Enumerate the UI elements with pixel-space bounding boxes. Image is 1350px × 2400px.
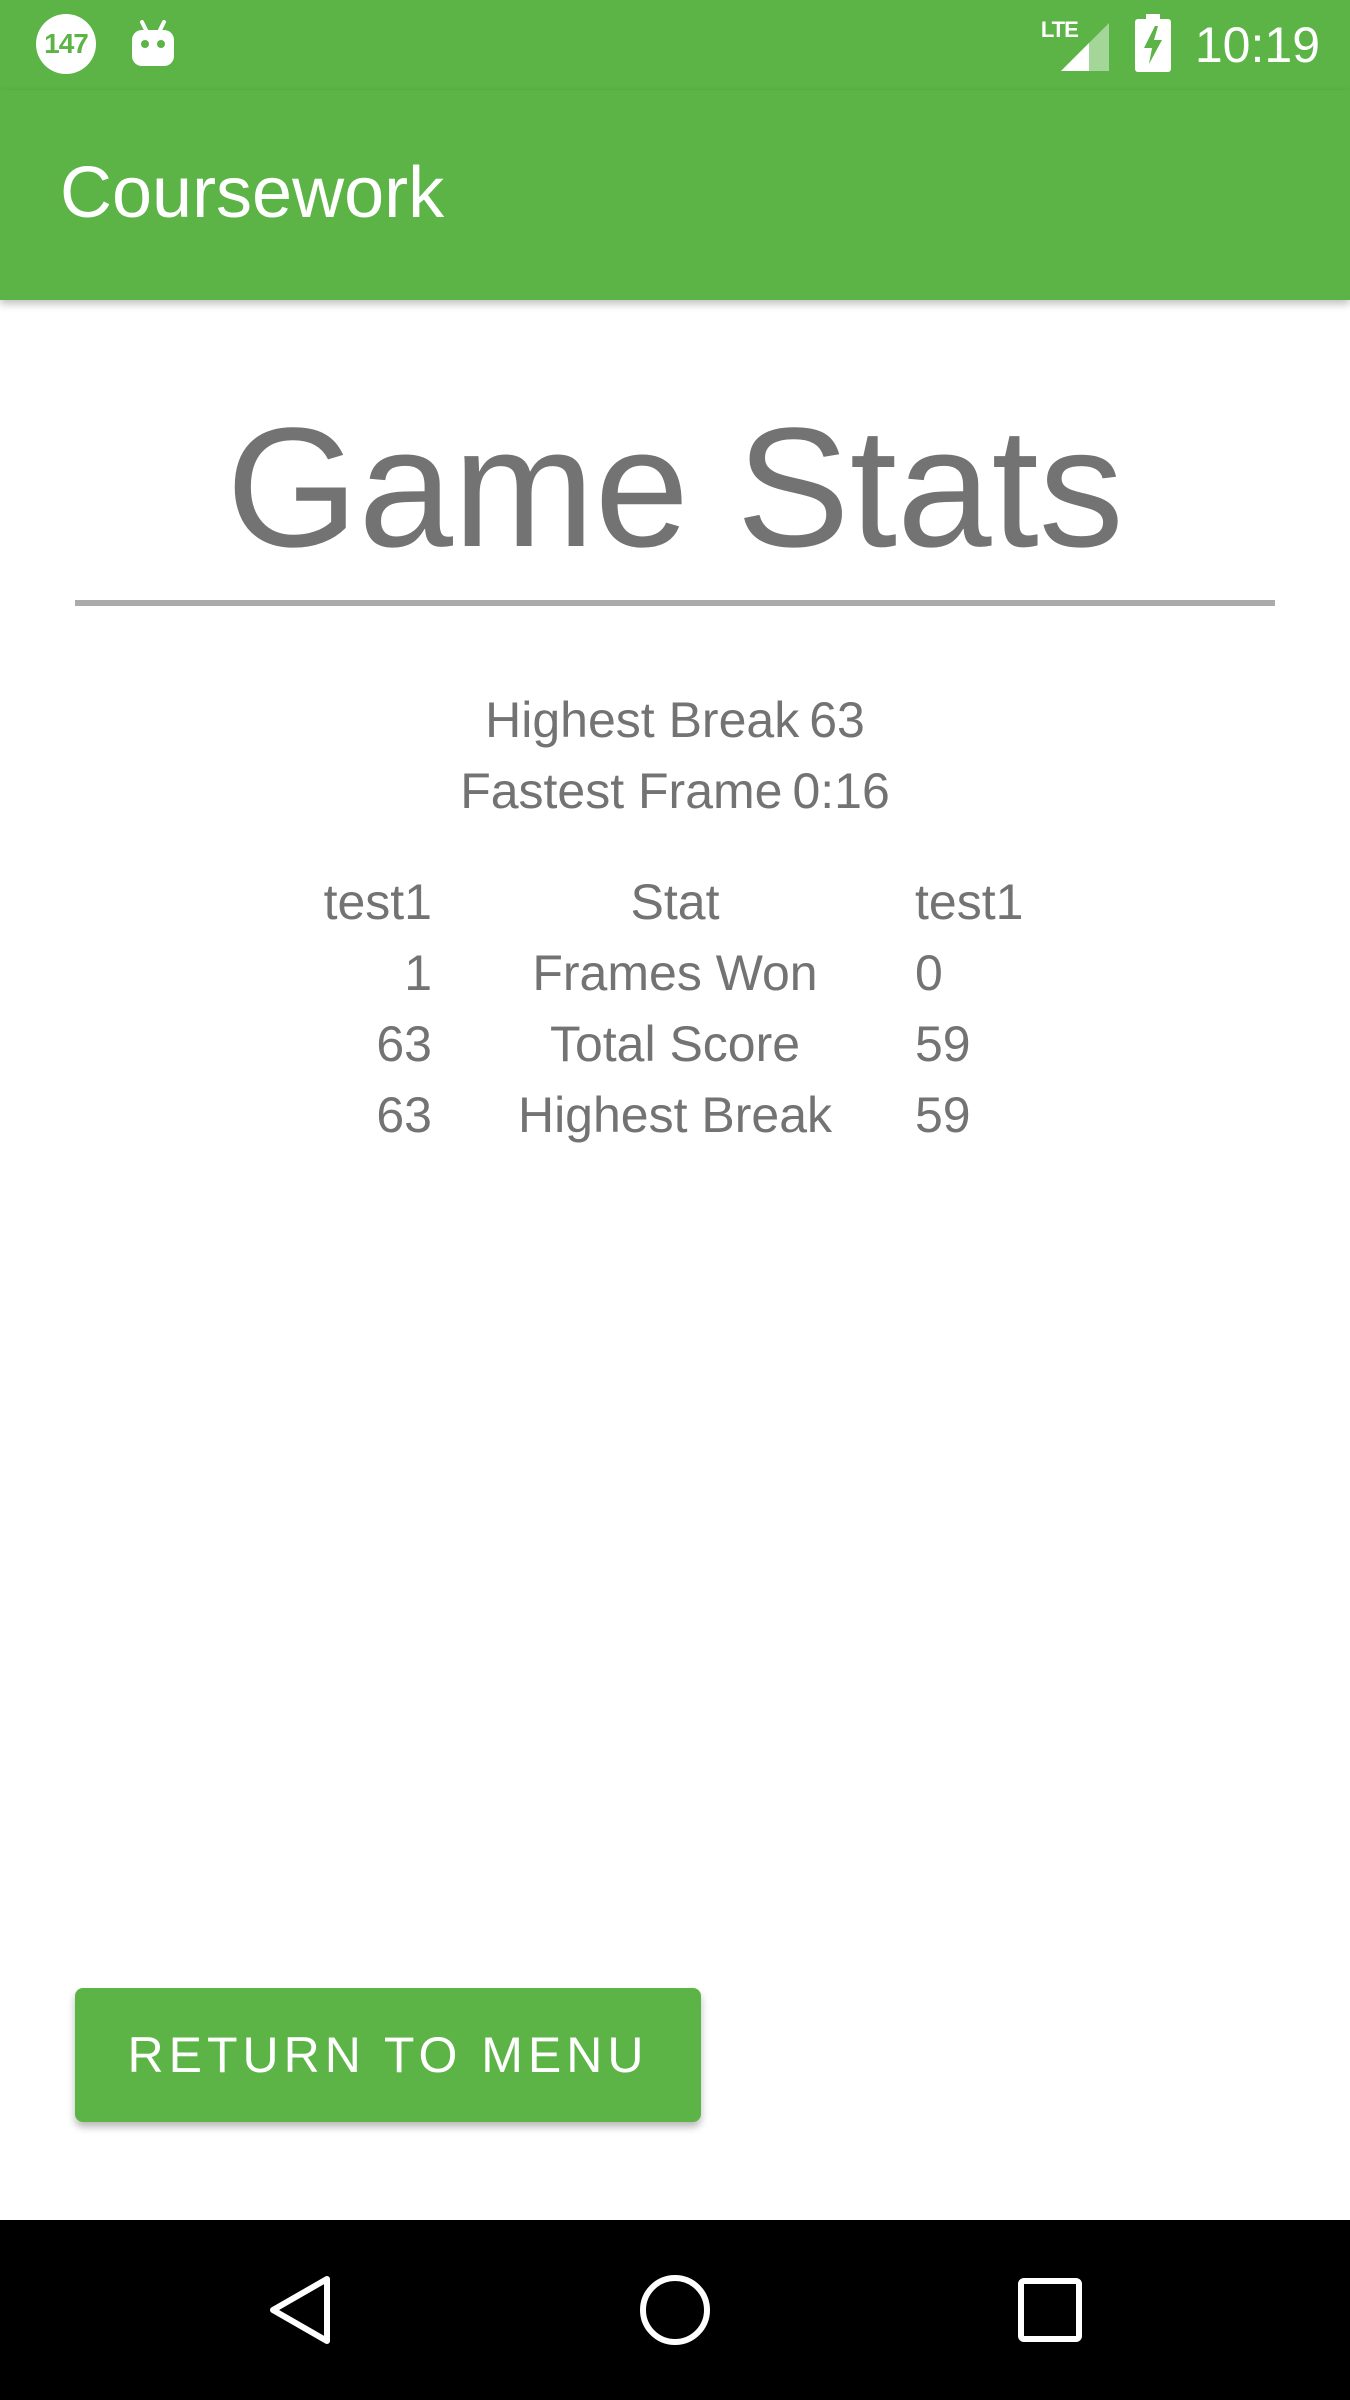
title-divider [75,600,1275,606]
status-bar: 147 LTE 10:19 [0,0,1350,90]
summary-fastest-frame: Fastest Frame 0:16 [0,766,1350,816]
return-to-menu-button[interactable]: RETURN TO MENU [75,1988,701,2122]
page-title: Game Stats [226,393,1124,583]
table-header-row: test1 Stat test1 [0,873,1350,944]
back-icon[interactable] [250,2260,350,2360]
navigation-bar [0,2220,1350,2400]
summary-label: Highest Break [485,692,800,748]
status-right: LTE 10:19 [1041,13,1320,77]
right-value: 0 [915,945,943,1001]
android-debug-icon [130,20,176,68]
stat-label: Frames Won [532,945,818,1001]
summary-value: 63 [809,692,865,748]
left-value: 63 [376,1016,432,1072]
game-stats-screen: 147 LTE 10:19 Coursework Game Stats High… [0,0,1350,2400]
app-bar: Coursework [0,90,1350,300]
lte-signal-icon: LTE [1041,17,1111,73]
stat-label: Total Score [549,1016,801,1072]
right-value: 59 [915,1087,971,1143]
recents-icon[interactable] [1000,2260,1100,2360]
stats-table: test1 Stat test1 1 Frames Won 0 63 Total… [0,873,1350,1157]
notification-badge-text: 147 [44,28,89,59]
left-value: 63 [376,1087,432,1143]
left-value: 1 [404,945,432,1001]
battery-charging-icon [1134,13,1171,77]
table-row: 1 Frames Won 0 [0,944,1350,1015]
status-left: 147 [36,14,176,74]
summary-label: Fastest Frame [460,763,783,819]
summary-highest-break: Highest Break 63 [0,695,1350,745]
notification-badge-icon: 147 [36,14,96,74]
app-title: Coursework [60,153,445,233]
player-right-name: test1 [915,874,1024,930]
player-left-name: test1 [323,874,432,930]
status-clock: 10:19 [1194,17,1320,73]
table-row: 63 Total Score 59 [0,1015,1350,1086]
stat-label: Highest Break [517,1087,833,1143]
stat-column-header: Stat [630,874,720,930]
home-icon[interactable] [625,2260,725,2360]
table-row: 63 Highest Break 59 [0,1086,1350,1157]
summary-value: 0:16 [792,763,890,819]
right-value: 59 [915,1016,971,1072]
